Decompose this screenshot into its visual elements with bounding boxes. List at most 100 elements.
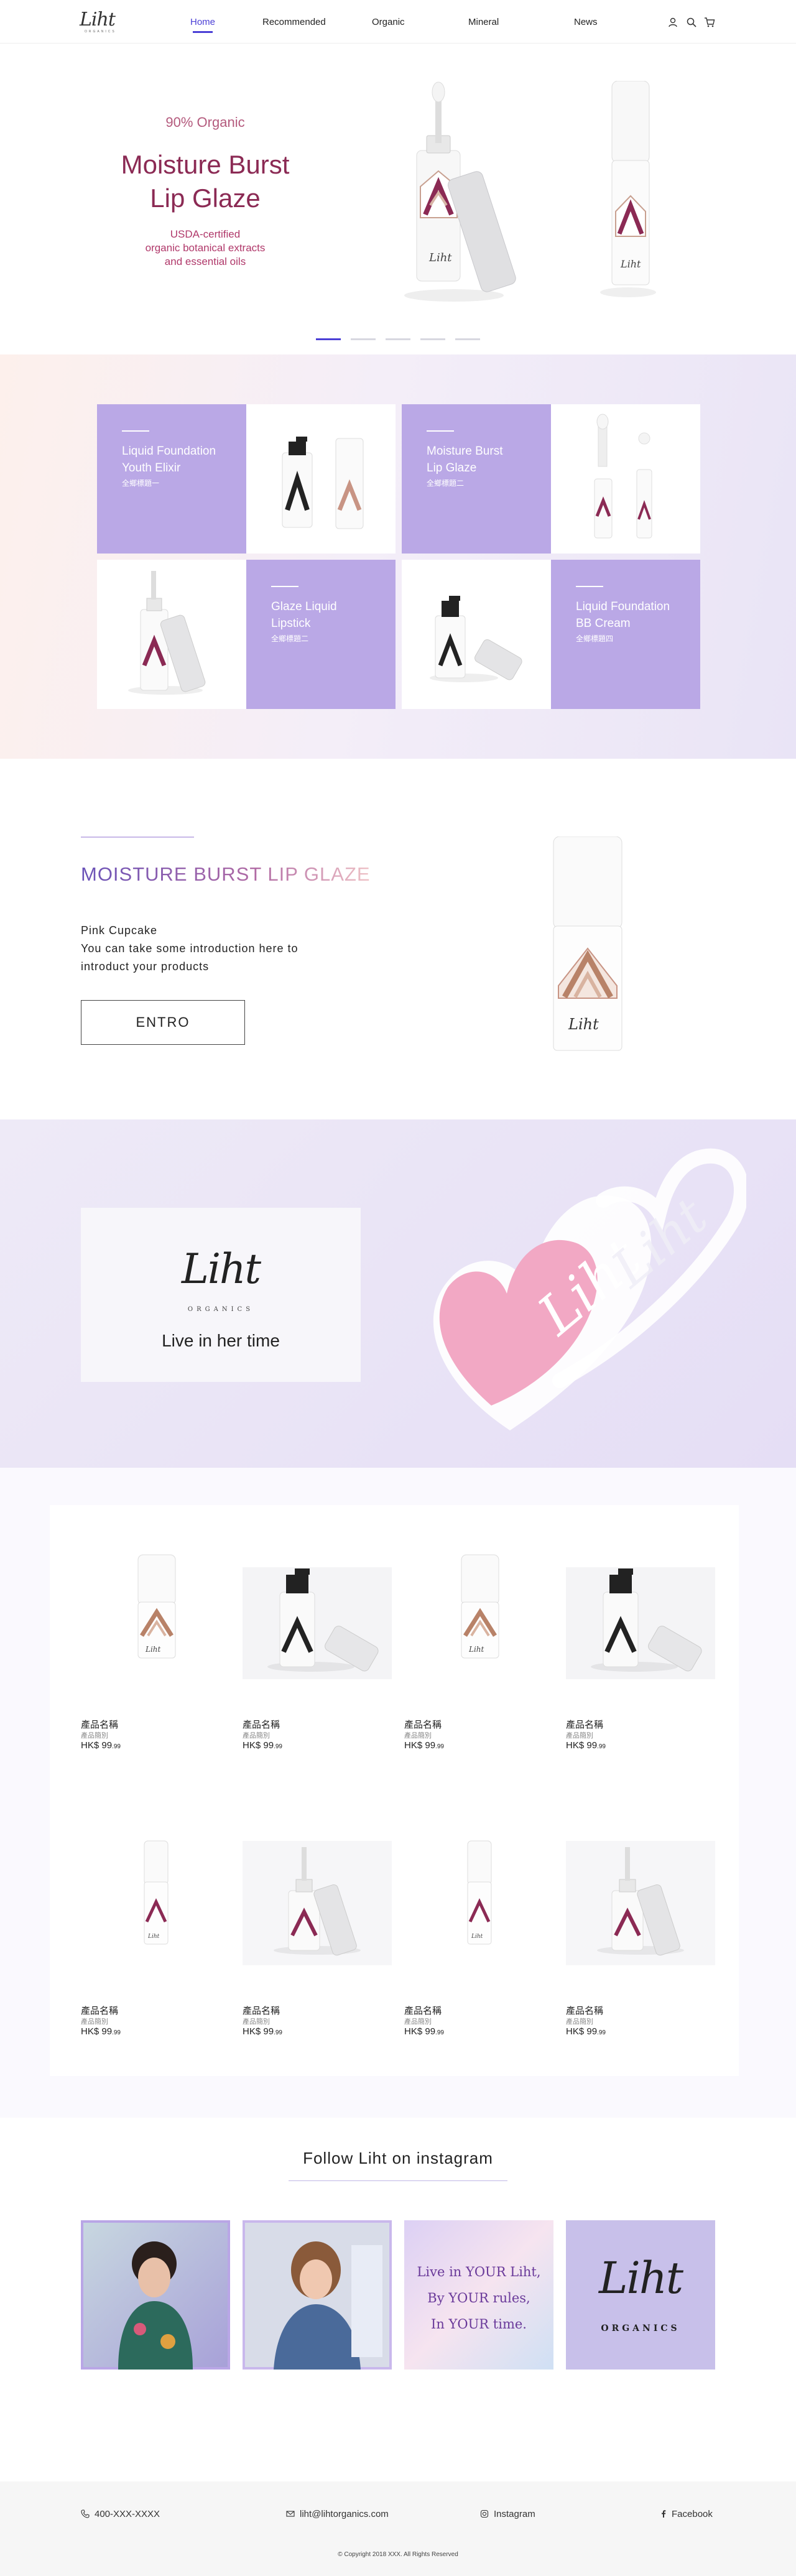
nav-mineral[interactable]: Mineral: [468, 17, 499, 27]
category-image-lip-glaze[interactable]: [551, 404, 700, 554]
product-card[interactable]: Liht 產品名稱 產品簡別 HK$ 99.99: [404, 1542, 553, 1754]
tile-title-line2: BB Cream: [576, 617, 631, 630]
carousel-dot-2[interactable]: [351, 338, 376, 340]
carousel-dot-1[interactable]: [316, 338, 341, 340]
user-icon[interactable]: [667, 17, 678, 28]
product-name: 產品名稱: [566, 2006, 604, 2016]
product-price-cents: .99: [274, 1743, 282, 1750]
product-card[interactable]: 產品名稱產品簡別 HK$ 99.99: [243, 1542, 392, 1754]
product-image: [243, 1841, 392, 1965]
footer-phone[interactable]: 400-XXX-XXXX: [95, 2509, 160, 2519]
cart-icon[interactable]: [704, 17, 715, 28]
logo-subtitle: ORGANICS: [85, 30, 116, 34]
tile-title-line2: Lipstick: [271, 617, 311, 630]
entro-button[interactable]: ENTRO: [81, 1000, 245, 1045]
product-price-main: HK$ 99: [243, 2026, 274, 2037]
product-card[interactable]: 產品名稱 產品簡別 HK$ 99.99: [566, 1542, 715, 1754]
product-description: 產品簡別: [243, 2018, 270, 2026]
svg-text:Liht: Liht: [471, 1934, 483, 1940]
footer-facebook-link[interactable]: Facebook: [672, 2509, 713, 2519]
tile-title-line1: Moisture Burst: [427, 445, 503, 458]
feature-text-line2: You can take some introduction here to: [81, 942, 298, 955]
tile-subtitle: 全鄉標題二: [427, 479, 465, 488]
footer-email[interactable]: liht@lihtorganics.com: [300, 2509, 389, 2519]
instagram-photo-2[interactable]: [243, 2220, 392, 2370]
instagram-logo-card[interactable]: Liht ORGANICS: [566, 2220, 715, 2370]
site-footer: 400-XXX-XXXX liht@lihtorganics.com Insta…: [0, 2481, 796, 2576]
facebook-icon: [662, 2510, 666, 2518]
product-description: 產品簡別: [81, 1732, 108, 1740]
category-image-youth-elixir[interactable]: [246, 404, 396, 554]
product-description: 產品簡別: [243, 1732, 270, 1740]
footer-instagram-link[interactable]: Instagram: [494, 2509, 535, 2519]
hero-product-image: Liht Liht: [404, 81, 656, 302]
product-price: HK$ 99.99: [243, 2026, 282, 2037]
product-price-main: HK$ 99: [566, 1740, 598, 1751]
svg-text:Liht: Liht: [147, 1934, 160, 1940]
feature-product-image: Liht: [553, 836, 622, 1051]
carousel-dot-4[interactable]: [420, 338, 445, 340]
hero-sub-line3: and essential oils: [164, 256, 246, 267]
product-price-cents: .99: [112, 1743, 121, 1750]
hero-banner[interactable]: 90% Organic Moisture Burst Lip Glaze USD…: [0, 44, 796, 354]
product-price-main: HK$ 99: [566, 2026, 598, 2037]
nav-recommended[interactable]: Recommended: [262, 17, 326, 27]
instagram-title: Follow Liht on instagram: [303, 2149, 493, 2167]
product-description: 產品簡別: [81, 2018, 108, 2026]
search-icon[interactable]: [686, 17, 697, 28]
nav-home[interactable]: Home: [190, 17, 215, 27]
category-tile-bb-cream[interactable]: Liquid Foundation BB Cream 全鄉標題四: [551, 560, 700, 709]
phone-icon: [81, 2509, 90, 2518]
svg-text:Liht: Liht: [468, 1645, 484, 1654]
heart-graphic: Liht Liht: [433, 1148, 746, 1430]
category-image-bb-cream[interactable]: [402, 560, 551, 709]
product-grid: Liht 產品名稱 產品簡別 HK$ 99.99 產品名稱 產品簡別 HK$ 99.99 Li…: [50, 1505, 739, 2076]
nav-news[interactable]: News: [574, 17, 598, 27]
category-image-glaze-lipstick[interactable]: [97, 560, 246, 709]
hero-sub-line2: organic botanical extracts: [145, 242, 266, 254]
product-image: Liht: [144, 1840, 169, 1945]
site-header: Liht ORGANICS Home Recommended Organic M…: [0, 0, 796, 44]
product-image: [243, 1567, 392, 1679]
tile-subtitle: 全鄉標題一: [122, 479, 160, 488]
product-price-main: HK$ 99: [243, 1740, 274, 1751]
lip-glaze-image: [594, 414, 652, 539]
insta-logo-word: Liht: [598, 2253, 683, 2304]
hero-title: Moisture Burst Lip Glaze: [81, 148, 330, 215]
quote-line2: By YOUR rules,: [427, 2291, 530, 2305]
instagram-icon: [480, 2509, 489, 2518]
category-tile-youth-elixir[interactable]: Liquid Foundation Youth Elixir 全鄉標題一: [97, 404, 246, 554]
product-price-cents: .99: [597, 2029, 606, 2036]
product-price-main: HK$ 99: [81, 1740, 113, 1751]
category-tile-lip-glaze[interactable]: Moisture Burst Lip Glaze 全鄉標題二: [402, 404, 551, 554]
nav-organic[interactable]: Organic: [372, 17, 405, 27]
product-card[interactable]: Liht 產品名稱 產品簡別 HK$ 99.99: [404, 1828, 553, 2040]
carousel-dot-3[interactable]: [386, 338, 410, 340]
brand-logo-large: Liht: [182, 1245, 261, 1293]
product-card[interactable]: Liht 產品名稱 產品簡別 HK$ 99.99: [81, 1828, 230, 2040]
carousel-dot-5[interactable]: [455, 338, 480, 340]
product-price-main: HK$ 99: [404, 2026, 436, 2037]
brand-tagline: Live in her time: [162, 1331, 280, 1350]
hero-subtitle: USDA-certified organic botanical extract…: [81, 228, 330, 269]
product-card[interactable]: Liht 產品名稱 產品簡別 HK$ 99.99: [81, 1542, 230, 1754]
tile-title-line1: Liquid Foundation: [122, 445, 216, 458]
product-card[interactable]: 產品名稱 產品簡別 HK$ 99.99: [243, 1828, 392, 2040]
product-description: 產品簡別: [566, 1732, 593, 1740]
brand-logo-sub: ORGANICS: [187, 1306, 254, 1313]
product-image: Liht: [467, 1840, 492, 1945]
svg-text:Liht: Liht: [428, 251, 452, 264]
category-tile-glaze-lipstick[interactable]: Glaze Liquid Lipstick 全鄉標題二: [246, 560, 396, 709]
copyright: © Copyright 2018 XXX. All Rights Reserve…: [338, 2551, 458, 2558]
product-name: 產品名稱: [243, 1720, 280, 1730]
tile-accent-bar: [271, 586, 298, 587]
carousel-dots: [316, 338, 480, 341]
product-price-cents: .99: [112, 2029, 121, 2036]
lipstick-image: [128, 571, 206, 695]
product-card[interactable]: 產品名稱 產品簡別 HK$ 99.99: [566, 1828, 715, 2040]
product-name: 產品名稱: [566, 1720, 604, 1730]
instagram-photo-1[interactable]: [81, 2220, 230, 2370]
product-price-cents: .99: [435, 1743, 444, 1750]
hero-title-line1: Moisture Burst: [121, 150, 290, 179]
product-price-cents: .99: [274, 2029, 282, 2036]
